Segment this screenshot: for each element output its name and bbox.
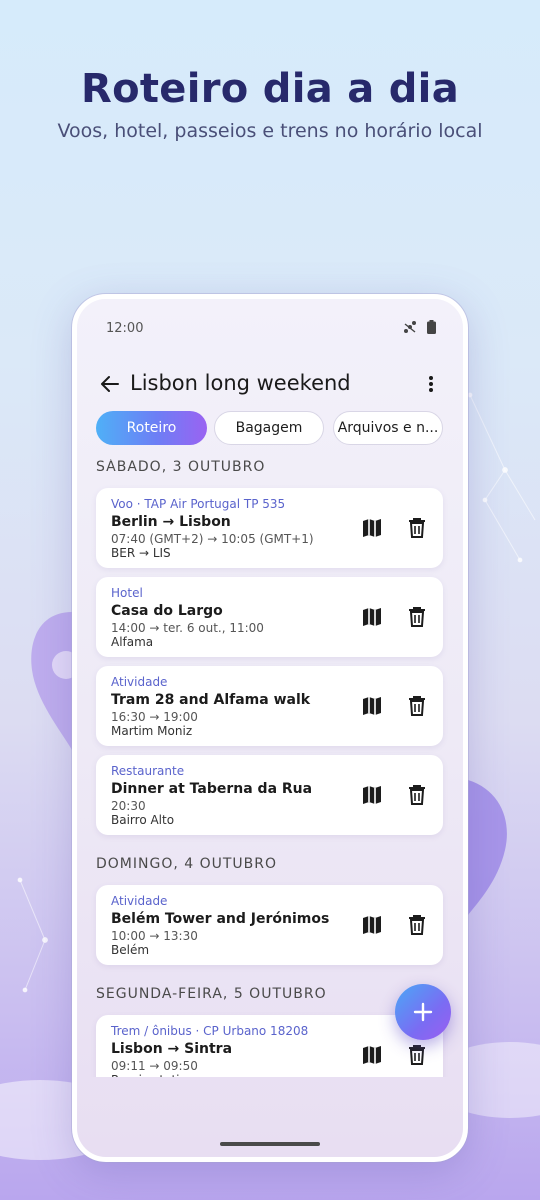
app-screen: 12:00 Lisbon long weekend Roteiro Bagage… [77,299,463,1157]
item-title: Belém Tower and Jerónimos [111,911,330,927]
itinerary-card[interactable]: Trem / ônibus · CP Urbano 18208 Lisbon → … [96,1015,443,1077]
item-category: Voo · TAP Air Portugal TP 535 [111,497,286,511]
day-header: SEGUNDA-FEIRA, 5 OUTUBRO [96,986,327,1002]
trash-icon[interactable] [407,1044,427,1066]
itinerary-card[interactable]: Atividade Belém Tower and Jerónimos 10:00 … [96,885,443,965]
trash-icon[interactable] [407,914,427,936]
item-title: Lisbon → Sintra [111,1041,233,1057]
status-icons [403,320,436,334]
item-location: Martim Moniz [111,724,193,738]
arrow-back-icon [101,376,119,392]
plus-icon [413,1002,433,1022]
item-location: Rossio station [111,1073,194,1077]
battery-icon [427,320,436,334]
tab-roteiro[interactable]: Roteiro [96,411,207,445]
item-time: 16:30 → 19:00 [111,710,198,724]
tab-bagagem[interactable]: Bagagem [214,411,324,445]
tab-arquivos[interactable]: Arquivos e n... [333,411,443,445]
item-location: Alfama [111,635,154,649]
map-icon[interactable] [361,914,383,936]
itinerary-card[interactable]: Voo · TAP Air Portugal TP 535 Berlin → Li… [96,488,443,568]
item-category: Trem / ônibus · CP Urbano 18208 [111,1024,309,1038]
item-title: Casa do Largo [111,603,223,619]
item-time: 09:11 → 09:50 [111,1059,198,1073]
item-title: Dinner at Taberna da Rua [111,781,313,797]
trash-icon[interactable] [407,784,427,806]
item-time: 07:40 (GMT+2) → 10:05 (GMT+1) [111,532,314,546]
map-icon[interactable] [361,606,383,628]
item-location: Belém [111,943,150,957]
map-icon[interactable] [361,695,383,717]
item-time: 20:30 [111,799,146,813]
map-icon[interactable] [361,517,383,539]
back-button[interactable] [97,371,123,397]
item-time: 14:00 → ter. 6 out., 11:00 [111,621,264,635]
item-location: Bairro Alto [111,813,175,827]
app-bar: Lisbon long weekend [77,363,463,405]
map-icon[interactable] [361,1044,383,1066]
signal-icon [404,321,416,333]
item-category: Atividade [111,675,168,689]
item-category: Atividade [111,894,168,908]
item-title: Berlin → Lisbon [111,514,231,530]
status-time: 12:00 [106,321,144,336]
day-header: SÁBADO, 3 OUTUBRO [96,459,266,475]
itinerary-list[interactable]: SÁBADO, 3 OUTUBRO Voo · TAP Air Portugal … [77,459,463,1077]
phone-frame: 12:00 Lisbon long weekend Roteiro Bagage… [72,294,468,1162]
itinerary-card[interactable]: Atividade Tram 28 and Alfama walk 16:30 → … [96,666,443,746]
hero-title: Roteiro dia a dia [81,66,459,112]
trash-icon[interactable] [407,695,427,717]
itinerary-card[interactable]: Restaurante Dinner at Taberna da Rua 20:30… [96,755,443,835]
item-title: Tram 28 and Alfama walk [111,692,311,708]
tab-bar: Roteiro Bagagem Arquivos e n... [96,411,456,445]
trash-icon[interactable] [407,606,427,628]
hero-subtitle: Voos, hotel, passeios e trens no horário… [57,120,483,142]
item-category: Hotel [111,586,143,600]
trip-title: Lisbon long weekend [130,371,351,395]
add-item-button[interactable] [395,984,451,1040]
trash-icon[interactable] [407,517,427,539]
item-category: Restaurante [111,764,185,778]
more-vert-icon [429,376,433,392]
home-indicator [220,1142,320,1146]
day-header: DOMINGO, 4 OUTUBRO [96,856,278,872]
item-time: 10:00 → 13:30 [111,929,198,943]
more-options-button[interactable] [419,371,443,397]
itinerary-card[interactable]: Hotel Casa do Largo 14:00 → ter. 6 out., 1… [96,577,443,657]
item-location: BER → LIS [111,546,171,560]
map-icon[interactable] [361,784,383,806]
